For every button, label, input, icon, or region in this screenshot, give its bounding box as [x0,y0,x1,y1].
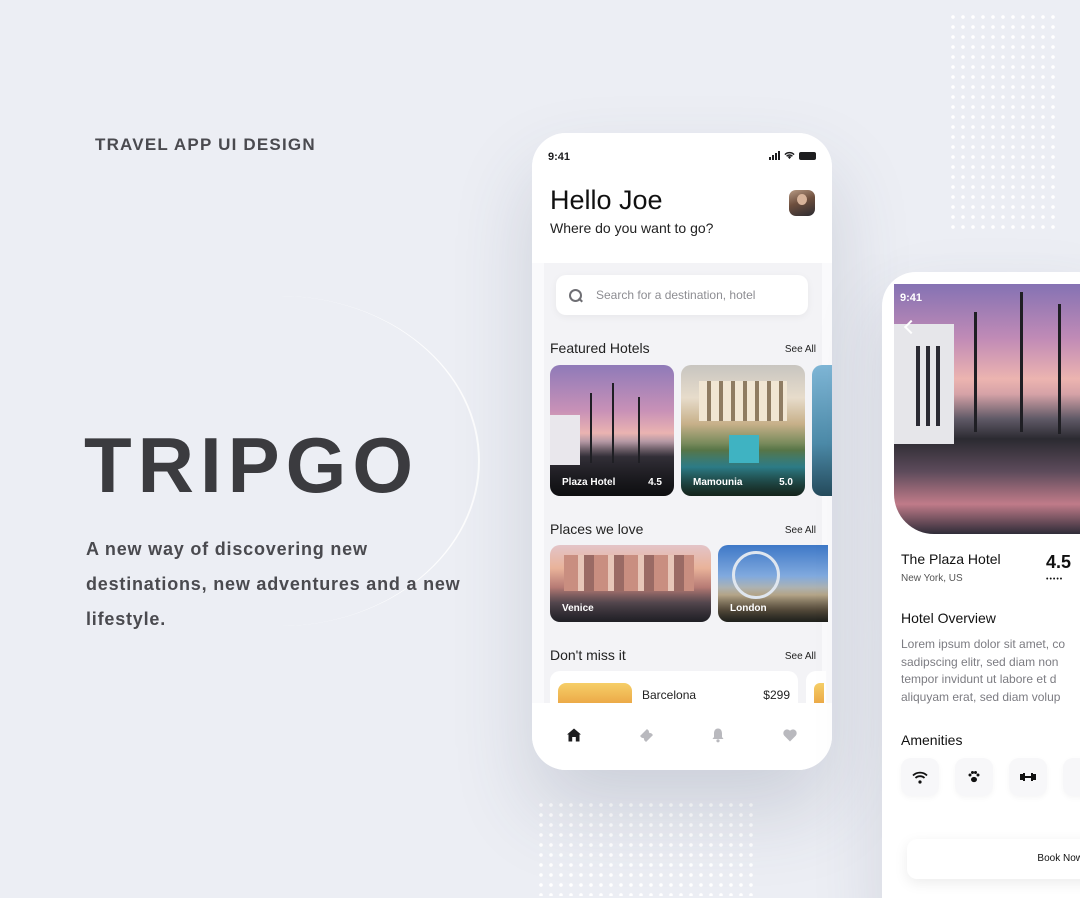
palm-tree [638,397,640,463]
deal-price: $299 [763,688,790,702]
home-header: 9:41 Hello Joe Where do you want to go? [532,133,832,263]
bell-icon [712,728,724,743]
building-shape [699,381,787,421]
hotel-name: The Plaza Hotel [901,551,1001,567]
hotel-hero-image [894,284,1080,534]
phone-detail-screen: 9:41 The Plaza Hotel New York, US 4.5 ••… [882,272,1080,898]
ticket-icon [640,729,653,742]
hotel-card-rating: 4.5 [648,477,662,488]
search-icon [569,288,582,302]
heart-icon [783,729,797,742]
hotel-rating: 4.5 [1046,552,1072,572]
overview-text: Lorem ipsum dolor sit amet, co sadipscin… [901,637,1066,704]
battery-icon [799,151,816,160]
decorative-dot-grid [536,800,756,896]
deals-title: Don't miss it [550,647,626,663]
hotel-location: New York, US [901,573,963,584]
tab-favorites[interactable] [780,725,800,745]
place-card-venice[interactable]: Venice [550,545,711,622]
amenity-gym[interactable] [1009,758,1047,796]
palm-tree [612,383,614,463]
featured-hotels-title: Featured Hotels [550,340,650,356]
places-title: Places we love [550,521,644,537]
building-row [564,555,694,591]
palm-tree [1020,292,1023,432]
palm-tree [1058,304,1061,434]
place-card-name: Venice [562,603,594,614]
amenities-title: Amenities [901,732,963,748]
hotel-card-name: Mamounia [693,477,743,488]
search-input[interactable]: Search for a destination, hotel [556,275,808,315]
pool-shape [729,435,759,463]
amenity-wifi[interactable] [901,758,939,796]
search-placeholder: Search for a destination, hotel [596,288,756,302]
overview-title: Hotel Overview [901,610,996,626]
hotel-card-name: Plaza Hotel [562,477,616,488]
eyebrow-label: TRAVEL APP UI DESIGN [95,135,316,154]
tab-notifications[interactable] [708,725,728,745]
tab-tickets[interactable] [636,725,656,745]
amenity-more[interactable] [1063,758,1080,796]
hotel-card-mamounia[interactable]: Mamounia 5.0 [681,365,805,496]
building-shape [894,324,954,444]
hotel-card-plaza[interactable]: Plaza Hotel 4.5 [550,365,674,496]
dumbbell-icon [1020,773,1036,781]
book-now-label: Book Now [1037,853,1080,864]
home-icon [567,728,581,742]
wifi-icon [912,771,928,784]
hotel-card-peek[interactable] [812,365,832,496]
greeting-title: Hello Joe [550,185,663,215]
palm-tree [590,393,592,463]
featured-see-all-link[interactable]: See All [785,344,816,355]
decorative-dot-grid [948,12,1060,232]
signal-icon [769,151,780,160]
amenity-pets[interactable] [955,758,993,796]
bottom-tab-bar [532,703,832,770]
deal-name: Barcelona [642,688,697,702]
status-time: 9:41 [900,292,923,304]
user-avatar[interactable] [789,190,815,216]
wifi-status-icon [784,152,795,160]
paw-icon [968,771,980,783]
hotel-card-rating: 5.0 [779,477,793,488]
tab-home[interactable] [564,725,584,745]
building-shape [550,415,580,465]
place-card-london[interactable]: London [718,545,828,622]
status-bar: 9:41 [548,151,816,165]
phone-home-screen: 9:41 Hello Joe Where do you want to go? … [532,133,832,770]
brand-title: TRIPGO [84,421,420,509]
places-see-all-link[interactable]: See All [785,525,816,536]
tagline: A new way of discovering new destination… [86,539,461,629]
rating-stars-icon: ••••• [1046,576,1064,583]
status-time: 9:41 [548,151,571,163]
palm-tree [974,312,977,432]
ferris-wheel-shape [732,551,780,599]
greeting-subtitle: Where do you want to go? [550,220,714,236]
deals-see-all-link[interactable]: See All [785,651,816,662]
home-content: Search for a destination, hotel Featured… [544,263,832,711]
place-card-name: London [730,603,767,614]
book-now-button[interactable]: Book Now [907,839,1080,879]
